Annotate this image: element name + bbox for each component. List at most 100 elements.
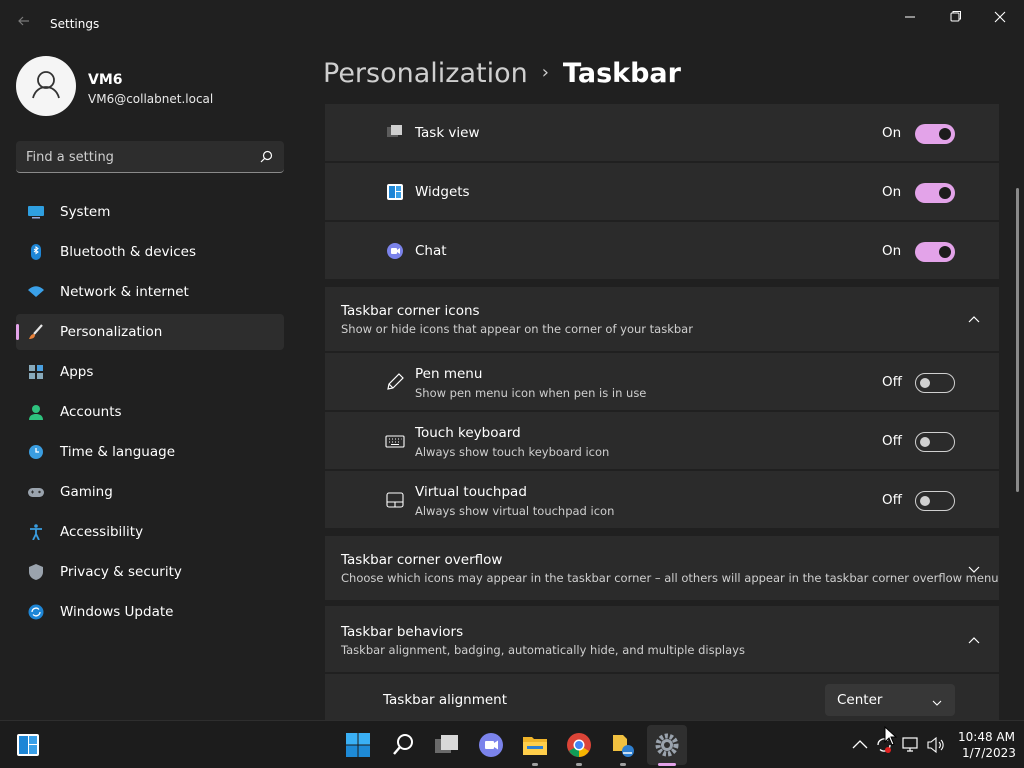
- task-view-row: Task view On: [325, 104, 999, 161]
- task-view-label: Task view: [415, 125, 480, 141]
- accessibility-icon: [27, 524, 45, 541]
- scrollbar[interactable]: [1016, 188, 1019, 492]
- breadcrumb-parent[interactable]: Personalization: [323, 58, 528, 89]
- volume-icon[interactable]: [926, 735, 946, 755]
- running-indicator: [576, 763, 582, 766]
- chevron-up-icon[interactable]: [850, 735, 870, 755]
- toggle-knob: [939, 187, 951, 199]
- network-icon[interactable]: [901, 735, 921, 755]
- running-indicator: [620, 763, 626, 766]
- sidebar-item-system[interactable]: System: [16, 194, 284, 230]
- chat-state: On: [882, 243, 902, 259]
- sidebar-item-network[interactable]: Network & internet: [16, 274, 284, 310]
- apps-icon: [27, 364, 45, 380]
- breadcrumb-separator: ›: [541, 62, 549, 83]
- start-icon[interactable]: [344, 731, 372, 759]
- task-view-icon: [385, 123, 405, 143]
- pen-menu-state: Off: [882, 374, 902, 390]
- pen-menu-row: Pen menu Show pen menu icon when pen is …: [325, 353, 999, 410]
- back-arrow-icon[interactable]: [14, 14, 34, 34]
- avatar[interactable]: [16, 56, 76, 116]
- pen-menu-toggle[interactable]: [915, 373, 955, 393]
- sidebar-item-privacy-security[interactable]: Privacy & security: [16, 554, 284, 590]
- chat-toggle[interactable]: [915, 242, 955, 262]
- sidebar-item-windows-update[interactable]: Windows Update: [16, 594, 284, 630]
- chat-label: Chat: [415, 243, 447, 259]
- chrome-icon[interactable]: [565, 731, 593, 759]
- breadcrumb: Personalization › Taskbar: [323, 58, 681, 89]
- active-indicator: [658, 763, 676, 766]
- behaviors-header[interactable]: Taskbar behaviors Taskbar alignment, bad…: [325, 606, 999, 672]
- virtual-touchpad-row: Virtual touchpad Always show virtual tou…: [325, 471, 999, 528]
- monitor-icon: [27, 204, 45, 220]
- virtual-touchpad-toggle[interactable]: [915, 491, 955, 511]
- app-title: Settings: [50, 17, 100, 31]
- search-input[interactable]: [26, 147, 246, 167]
- chevron-up-icon[interactable]: [967, 312, 981, 326]
- search-icon[interactable]: [389, 731, 417, 759]
- touchpad-icon: [385, 490, 405, 510]
- behaviors-title: Taskbar behaviors: [341, 624, 464, 640]
- mouse-cursor-icon: [884, 725, 898, 746]
- taskbar-alignment-dropdown[interactable]: Center: [825, 684, 955, 716]
- touch-keyboard-label: Touch keyboard: [415, 425, 521, 441]
- pen-icon: [385, 372, 405, 392]
- page-title: Taskbar: [562, 58, 681, 89]
- toggle-knob: [920, 496, 930, 506]
- corner-overflow-desc: Choose which icons may appear in the tas…: [341, 571, 999, 585]
- bluetooth-icon: [27, 244, 45, 260]
- widgets-taskbar-icon[interactable]: [14, 731, 42, 759]
- shield-icon: [27, 564, 45, 580]
- widgets-toggle[interactable]: [915, 183, 955, 203]
- widgets-icon: [385, 182, 405, 202]
- clock-time[interactable]: 10:48 AM: [958, 730, 1015, 744]
- sidebar-item-bluetooth[interactable]: Bluetooth & devices: [16, 234, 284, 270]
- settings-content[interactable]: Task view On Widgets On Chat On Taskbar …: [325, 104, 999, 720]
- pen-menu-label: Pen menu: [415, 366, 483, 382]
- running-indicator: [532, 763, 538, 766]
- taskbar-alignment-row: Taskbar alignment Center: [325, 674, 999, 720]
- widgets-row: Widgets On: [325, 163, 999, 220]
- clock-globe-icon: [27, 444, 45, 460]
- search-box[interactable]: [16, 141, 284, 173]
- gamepad-icon: [27, 484, 45, 500]
- sidebar-item-apps[interactable]: Apps: [16, 354, 284, 390]
- sidebar-item-gaming[interactable]: Gaming: [16, 474, 284, 510]
- sidebar-nav: System Bluetooth & devices Network & int…: [16, 194, 284, 634]
- keyboard-icon: [385, 431, 405, 451]
- chat-icon: [385, 241, 405, 261]
- chat-icon[interactable]: [477, 731, 505, 759]
- file-share-icon[interactable]: [609, 731, 637, 759]
- touch-keyboard-toggle[interactable]: [915, 432, 955, 452]
- chevron-down-icon[interactable]: [967, 561, 981, 575]
- virtual-touchpad-label: Virtual touchpad: [415, 484, 527, 500]
- chevron-up-icon[interactable]: [967, 633, 981, 647]
- sidebar-item-accounts[interactable]: Accounts: [16, 394, 284, 430]
- dropdown-value: Center: [837, 692, 883, 708]
- taskbar: 10:48 AM 1/7/2023: [0, 720, 1024, 768]
- toggle-knob: [939, 128, 951, 140]
- corner-icons-header[interactable]: Taskbar corner icons Show or hide icons …: [325, 287, 999, 351]
- task-view-toggle[interactable]: [915, 124, 955, 144]
- sidebar-item-time-language[interactable]: Time & language: [16, 434, 284, 470]
- restore-button[interactable]: [943, 8, 967, 26]
- sidebar-item-personalization[interactable]: Personalization: [16, 314, 284, 350]
- widgets-label: Widgets: [415, 184, 470, 200]
- toggle-knob: [920, 378, 930, 388]
- touch-keyboard-row: Touch keyboard Always show touch keyboar…: [325, 412, 999, 469]
- close-button[interactable]: [988, 8, 1012, 26]
- corner-icons-desc: Show or hide icons that appear on the co…: [341, 322, 693, 336]
- settings-gear-icon: [653, 731, 681, 759]
- search-icon[interactable]: [258, 149, 274, 165]
- touch-keyboard-state: Off: [882, 433, 902, 449]
- minimize-button[interactable]: [898, 8, 922, 26]
- corner-overflow-title: Taskbar corner overflow: [341, 552, 503, 568]
- task-view-state: On: [882, 125, 902, 141]
- widgets-state: On: [882, 184, 902, 200]
- task-view-icon[interactable]: [433, 731, 461, 759]
- sidebar-item-accessibility[interactable]: Accessibility: [16, 514, 284, 550]
- corner-overflow-header[interactable]: Taskbar corner overflow Choose which ico…: [325, 536, 999, 600]
- clock-date[interactable]: 1/7/2023: [962, 746, 1016, 760]
- pen-menu-desc: Show pen menu icon when pen is in use: [415, 386, 647, 400]
- file-explorer-icon[interactable]: [521, 731, 549, 759]
